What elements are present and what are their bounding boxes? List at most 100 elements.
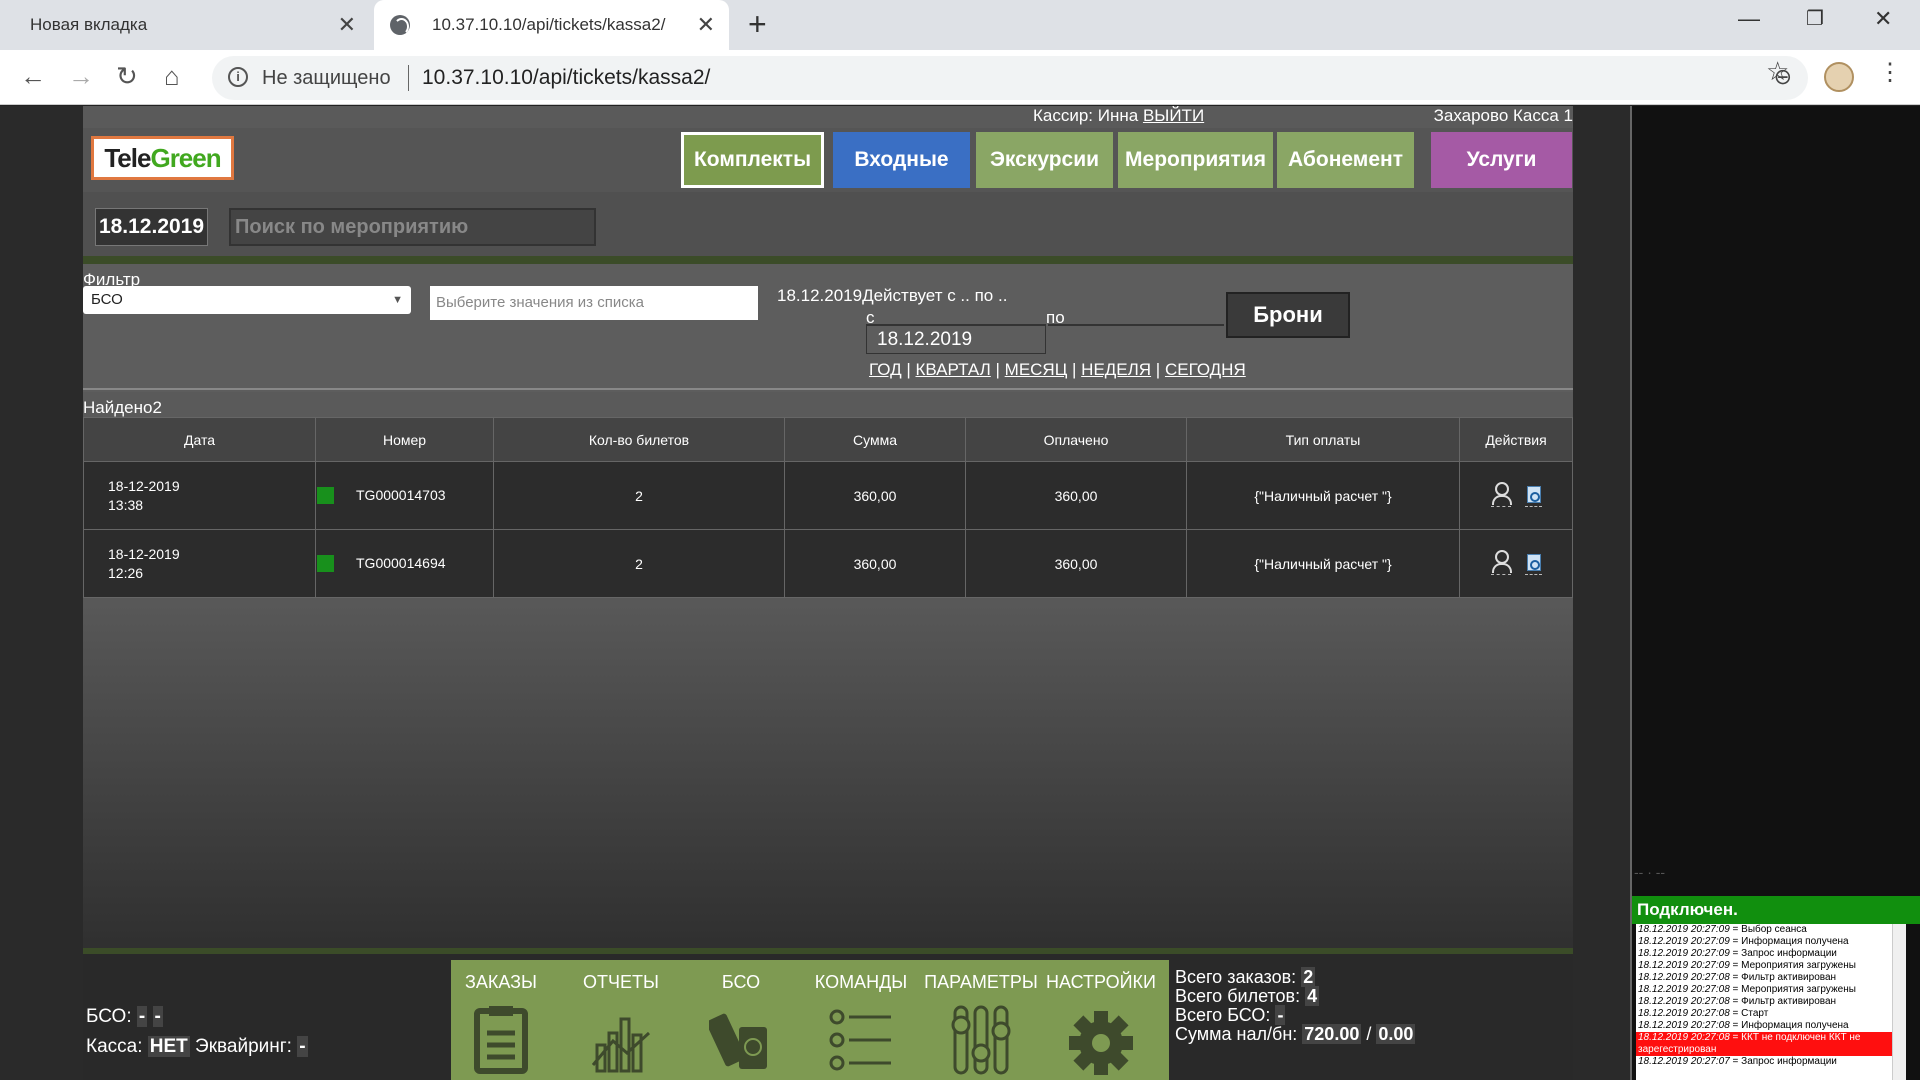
cell-count: 2 [493,529,785,598]
tab-close-icon[interactable]: ✕ [697,12,715,38]
broni-button[interactable]: Брони [1226,292,1350,338]
filter-multiselect[interactable]: Выберите значения из списка [430,286,758,320]
log-entry: 18.12.2019 20:27:09 = Мероприятия загруж… [1638,960,1856,971]
tab-abonement[interactable]: Абонемент [1277,132,1414,188]
col-count[interactable]: Кол-во билетов [493,417,785,462]
document-icon[interactable] [1524,553,1542,575]
menu-settings[interactable]: НАСТРОЙКИ [1042,972,1160,1075]
cell-paid: 360,00 [965,529,1187,598]
period-today[interactable]: СЕГОДНЯ [1165,360,1246,379]
telegreen-logo: TeleGreen [91,136,234,180]
clipboard-icon [469,1005,533,1075]
tab-komplekty[interactable]: Комплекты [681,132,824,188]
list-icon [829,1005,893,1075]
omnibox[interactable]: i Не защищено 10.37.10.10/api/tickets/ka… [212,56,1808,100]
sliders-icon [949,1005,1013,1075]
log-entry: 18.12.2019 20:27:08 = Фильтр активирован [1638,996,1837,1007]
col-date[interactable]: Дата [83,417,316,462]
reload-icon[interactable]: ↻ [116,61,138,92]
profile-avatar[interactable] [1824,62,1854,92]
date-field[interactable]: 18.12.2019 [95,208,208,246]
log-entry: 18.12.2019 20:27:08 = Мероприятия загруж… [1638,984,1856,995]
browser-menu-icon[interactable]: ⋮ [1878,58,1902,87]
cashier-info: Кассир: Инна ВЫЙТИ [1033,106,1204,126]
info-icon[interactable]: i [228,67,248,87]
cell-paid: 360,00 [965,461,1187,530]
tab-close-icon[interactable]: ✕ [338,12,356,38]
period-links: ГОД | КВАРТАЛ | МЕСЯЦ | НЕДЕЛЯ | СЕГОДНЯ [869,360,1246,379]
cell-date: 18-12-2019 12:26 [83,529,316,598]
filter-select-value: БСО [91,291,123,308]
date-from-input[interactable]: 18.12.2019 [866,324,1046,354]
document-icon[interactable] [1524,485,1542,507]
chevron-down-icon: ▼ [392,294,403,306]
col-number[interactable]: Номер [315,417,494,462]
tickets-icon [706,1005,773,1075]
log-entry: 18.12.2019 20:27:07 = Запрос информации [1638,1056,1837,1067]
totals-block: Всего заказов: 2 Всего билетов: 4 Всего … [1175,967,1416,1044]
log-scrollbar[interactable] [1892,924,1906,1080]
cell-actions [1459,461,1573,530]
tab-meropriyatiya[interactable]: Мероприятия [1118,132,1273,188]
home-icon[interactable]: ⌂ [164,61,180,92]
browser-tab-new[interactable]: Новая вкладка ✕ [0,0,370,50]
table-row[interactable]: 18-12-2019 12:26 TG000014694 2 360,00 360… [83,529,1573,598]
date-to-input[interactable] [1048,324,1224,354]
maximize-icon[interactable]: ❐ [1806,6,1824,31]
cell-pay-type: {"Наличный расчет "} [1186,529,1460,598]
cashier-label: Кассир: Инна [1033,106,1139,125]
globe-icon [390,15,410,35]
orders-table: Дата Номер Кол-во билетов Сумма Оплачено… [83,417,1573,598]
forward-icon[interactable]: → [68,61,94,92]
tab-title: Новая вкладка [30,15,148,34]
bookmark-star-icon[interactable]: ☆ [1766,56,1789,87]
log-entry: 18.12.2019 20:27:08 = Фильтр активирован [1638,972,1837,983]
event-search-input[interactable]: Поиск по мероприятию [229,208,596,246]
connection-status: Подключен. [1632,896,1920,924]
address-bar: ← → ↻ ⌂ i Не защищено 10.37.10.10/api/ti… [0,50,1920,105]
filter-panel: Фильтр БСО ▼ Выберите значения из списка… [83,264,1573,392]
filter-select[interactable]: БСО ▼ [83,286,411,314]
menu-orders[interactable]: ЗАКАЗЫ [442,972,560,1075]
period-quarter[interactable]: КВАРТАЛ [916,360,991,379]
log-entry: 18.12.2019 20:27:09 = Запрос информации [1638,948,1837,959]
cell-number: TG000014703 [315,461,494,530]
new-tab-icon[interactable]: + [748,6,767,43]
browser-tab-bar: Новая вкладка ✕ 10.37.10.10/api/tickets/… [0,0,1920,50]
period-month[interactable]: МЕСЯЦ [1005,360,1068,379]
user-icon[interactable] [1490,481,1512,507]
menu-parameters[interactable]: ПАРАМЕТРЫ [922,972,1040,1075]
filter-date-text: 18.12.2019Действует с .. по .. [777,286,1008,305]
top-info-bar: Кассир: Инна ВЫЙТИ Захарово Касса 1 [83,106,1573,128]
log-entry: 18.12.2019 20:27:08 = Информация получен… [1638,1020,1849,1031]
event-log[interactable]: 18.12.2019 20:27:09 = Выбор сеанса 18.12.… [1636,924,1906,1080]
toolbar: 18.12.2019 Поиск по мероприятию [83,192,1573,256]
cell-date: 18-12-2019 13:38 [83,461,316,530]
period-year[interactable]: ГОД [869,360,902,379]
tab-ekskursii[interactable]: Экскурсии [976,132,1113,188]
menu-bso[interactable]: БСО [682,972,800,1075]
table-header-row: Дата Номер Кол-во билетов Сумма Оплачено… [83,417,1573,462]
col-actions: Действия [1459,417,1573,462]
browser-tab-active[interactable]: 10.37.10.10/api/tickets/kassa2/ ✕ [374,0,729,50]
col-sum[interactable]: Сумма [784,417,966,462]
back-icon[interactable]: ← [20,61,46,92]
tab-uslugi[interactable]: Услуги [1431,132,1572,188]
user-icon[interactable] [1490,549,1512,575]
period-week[interactable]: НЕДЕЛЯ [1081,360,1151,379]
main-area: Кассир: Инна ВЫЙТИ Захарово Касса 1 Tele… [83,106,1573,1080]
window-close-icon[interactable]: ✕ [1874,6,1892,32]
menu-reports[interactable]: ОТЧЕТЫ [562,972,680,1075]
gear-icon [1069,1005,1133,1075]
kassa-status: Касса: НЕТ Эквайринг: - [86,1036,308,1057]
menu-commands[interactable]: КОМАНДЫ [802,972,920,1075]
table-row[interactable]: 18-12-2019 13:38 TG000014703 2 360,00 360… [83,461,1573,530]
logout-link[interactable]: ВЫЙТИ [1143,106,1204,125]
log-entry: 18.12.2019 20:27:08 = ККТ не подключен К… [1636,1032,1906,1056]
minimize-icon[interactable]: — [1738,6,1760,32]
col-pay-type[interactable]: Тип оплаты [1186,417,1460,462]
bottom-menu: ЗАКАЗЫ ОТЧЕТЫ БСО КОМАНДЫ ПАРАМЕТРЫ НАСТ… [451,960,1169,1080]
url-text[interactable]: 10.37.10.10/api/tickets/kassa2/ [422,66,710,90]
tab-vhodnye[interactable]: Входные [833,132,970,188]
col-paid[interactable]: Оплачено [965,417,1187,462]
